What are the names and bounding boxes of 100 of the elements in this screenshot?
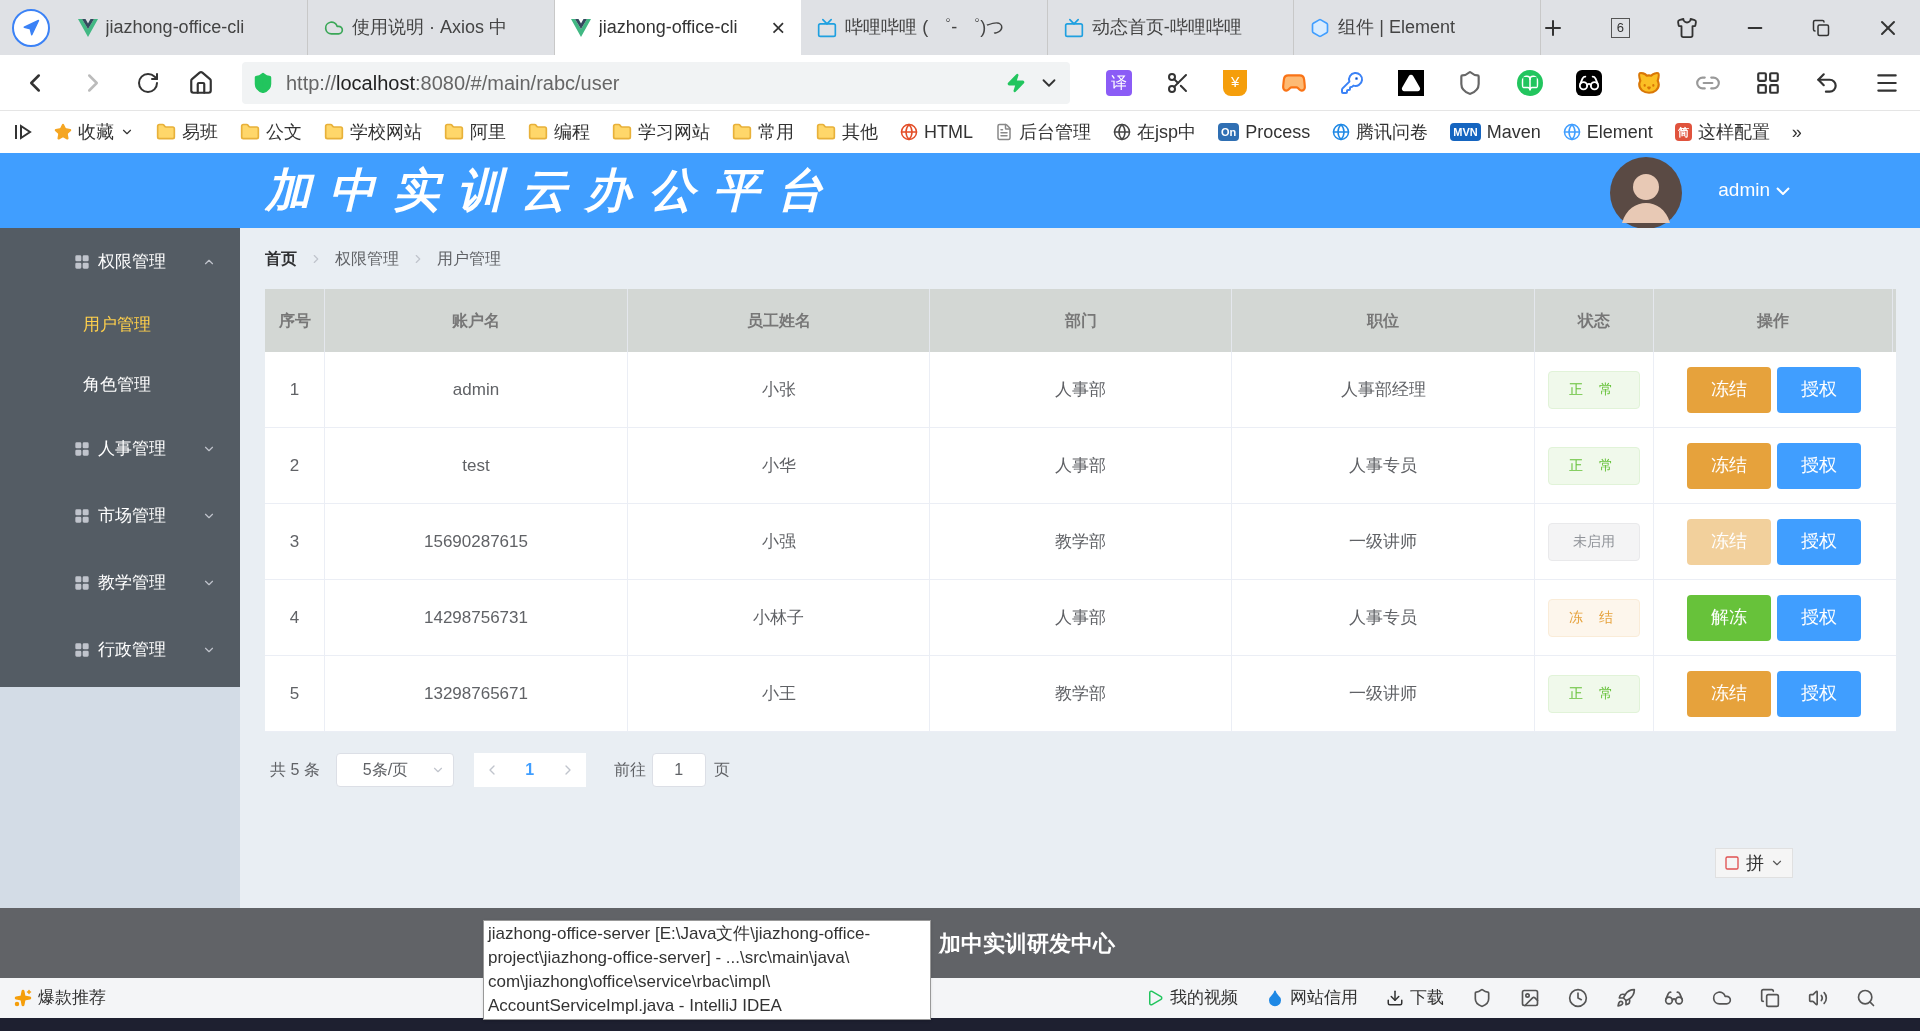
tab-title: 组件 | Element — [1338, 16, 1456, 39]
rocket-icon[interactable] — [1616, 988, 1636, 1008]
browser-tab[interactable]: 动态首页-哔哩哔哩 — [1047, 0, 1295, 55]
bookmark-item[interactable]: 在jsp中 — [1113, 118, 1196, 146]
key-icon[interactable] — [1340, 70, 1365, 95]
table-cell: 小张 — [628, 352, 930, 427]
v-logo-icon — [77, 18, 98, 37]
cloud-icon[interactable] — [1712, 988, 1732, 1008]
menu-group[interactable]: 人事管理 — [0, 415, 240, 482]
folder-icon — [612, 122, 632, 142]
column-header: 职位 — [1232, 289, 1535, 352]
browser-tab[interactable]: jiazhong-office-cli — [61, 0, 309, 55]
sparkle-icon — [14, 989, 32, 1007]
bookmark-item[interactable]: 学习网站 — [612, 118, 710, 146]
table-cell: 人事专员 — [1232, 580, 1535, 655]
menu-group[interactable]: 权限管理 — [0, 228, 240, 295]
bookmark-item[interactable]: 学校网站 — [324, 118, 422, 146]
bookmark-item[interactable]: 其他 — [816, 118, 878, 146]
bookmark-item[interactable]: 腾讯问卷 — [1332, 118, 1429, 146]
folder-icon — [732, 122, 752, 142]
tab-count[interactable]: 6 — [1610, 17, 1630, 38]
folder-icon — [816, 122, 836, 142]
status-tag: 正 常 — [1548, 370, 1640, 409]
bookmark-item[interactable]: 收藏 — [54, 118, 134, 146]
table-cell: 3 — [265, 504, 325, 579]
menu-group[interactable]: 行政管理 — [0, 616, 240, 683]
table-cell: 一级讲师 — [1232, 656, 1535, 731]
ime-icon[interactable] — [1724, 855, 1740, 871]
bookmark-item[interactable]: 易班 — [156, 118, 218, 146]
bookmark-badge-icon: MVN — [1450, 123, 1481, 141]
bookmark-item[interactable]: 阿里 — [444, 118, 506, 146]
folder-icon — [240, 122, 260, 142]
promo-link[interactable]: 爆款推荐 — [14, 985, 106, 1011]
column-header: 员工姓名 — [628, 289, 930, 352]
speaker-icon[interactable] — [1808, 988, 1828, 1008]
browser-tab[interactable]: 组件 | Element — [1294, 0, 1541, 55]
status-bar-item[interactable]: 我的视频 — [1146, 985, 1238, 1011]
sidebar-toggle-icon[interactable] — [14, 123, 32, 141]
shirt-icon[interactable] — [1676, 16, 1698, 39]
v-logo-icon — [570, 18, 591, 37]
glasses-icon[interactable] — [1664, 988, 1684, 1008]
caret-icon — [1776, 186, 1790, 195]
menu-item[interactable]: 用户管理 — [0, 295, 240, 355]
status-bar-item[interactable]: 下载 — [1386, 985, 1444, 1011]
menu-group[interactable]: 教学管理 — [0, 549, 240, 616]
droplet-icon — [1266, 989, 1284, 1007]
total-count: 共 5 条 — [270, 760, 320, 780]
folder-icon — [324, 122, 344, 142]
translate-icon[interactable]: 译 — [1106, 69, 1132, 96]
page-unit: 页 — [713, 760, 730, 780]
tab-close-button[interactable]: × — [771, 9, 786, 46]
table-cell: 人事专员 — [1232, 428, 1535, 503]
status-tag: 正 常 — [1548, 446, 1640, 485]
bookmark-item[interactable]: 常用 — [732, 118, 794, 146]
image-icon[interactable] — [1520, 988, 1540, 1008]
table-cell: 2 — [265, 428, 325, 503]
bookmark-item[interactable]: 编程 — [528, 118, 590, 146]
clock-icon[interactable] — [1568, 988, 1588, 1008]
table-cell: admin — [325, 352, 628, 427]
bookmark-item[interactable]: 公文 — [240, 118, 302, 146]
status-bar-item[interactable]: 网站信用 — [1266, 985, 1358, 1011]
scissors-icon[interactable] — [1165, 70, 1190, 95]
bookmark-item[interactable]: On Process — [1218, 118, 1311, 146]
cat-icon[interactable] — [1635, 69, 1662, 96]
page-size-select[interactable]: 5条/页 — [335, 753, 454, 787]
table-cell: 教学部 — [930, 656, 1232, 731]
tab-title: 动态首页-哔哩哔哩 — [1091, 16, 1243, 39]
browser-tab[interactable]: 使用说明 · Axios 中 — [308, 0, 555, 55]
bookmark-item[interactable]: HTML — [900, 118, 973, 146]
shield-icon — [252, 71, 274, 94]
more-bookmarks-button[interactable]: » — [1791, 118, 1802, 146]
browser-tab[interactable]: 哔哩哔哩 ( ゜- ゜)つ — [801, 0, 1048, 55]
grid-icon[interactable] — [1754, 69, 1781, 96]
restore-icon[interactable] — [1812, 18, 1830, 37]
bookmark-item[interactable]: Element — [1562, 118, 1653, 146]
reload-icon[interactable] — [136, 70, 160, 95]
menu-group[interactable]: 市场管理 — [0, 482, 240, 549]
browser-tab[interactable]: jiazhong-office-cli × — [554, 0, 802, 55]
menu-item[interactable]: 角色管理 — [0, 355, 240, 415]
bookmark-item[interactable]: 后台管理 — [995, 118, 1091, 146]
download-icon — [1386, 989, 1404, 1007]
folder-icon — [444, 122, 464, 142]
table-cell: 小华 — [628, 428, 930, 503]
column-header: 部门 — [930, 289, 1232, 352]
address-field[interactable]: http://localhost:8080/#/main/rabc/user — [242, 61, 1070, 104]
window-icon[interactable] — [1760, 988, 1780, 1008]
table-cell: test — [325, 428, 628, 503]
folder-icon — [528, 122, 548, 142]
grid-icon — [74, 253, 90, 270]
tooltip: jiazhong-office-server [E:\Java文件\jiazhong-office- project\jiazhong-office-server] - ...\src\main\java\ com\jiazhong\office\service\rbac\impl\ AccountServiceImpl.java - IntelliJ IDEA — [483, 920, 931, 1020]
goto-page-field[interactable]: 1 — [651, 753, 706, 787]
glasses-icon[interactable] — [1576, 69, 1603, 96]
bookmark-item[interactable]: 简 这样配置 — [1674, 118, 1770, 146]
table-cell: 人事部经理 — [1232, 352, 1535, 427]
home-icon[interactable] — [188, 69, 214, 96]
breadcrumb-item[interactable]: 首页 — [265, 246, 297, 271]
shield-icon[interactable] — [1472, 988, 1492, 1008]
bookmark-item[interactable]: MVN Maven — [1450, 118, 1541, 146]
browser-logo-icon[interactable] — [11, 8, 50, 47]
search-icon[interactable] — [1856, 988, 1876, 1008]
